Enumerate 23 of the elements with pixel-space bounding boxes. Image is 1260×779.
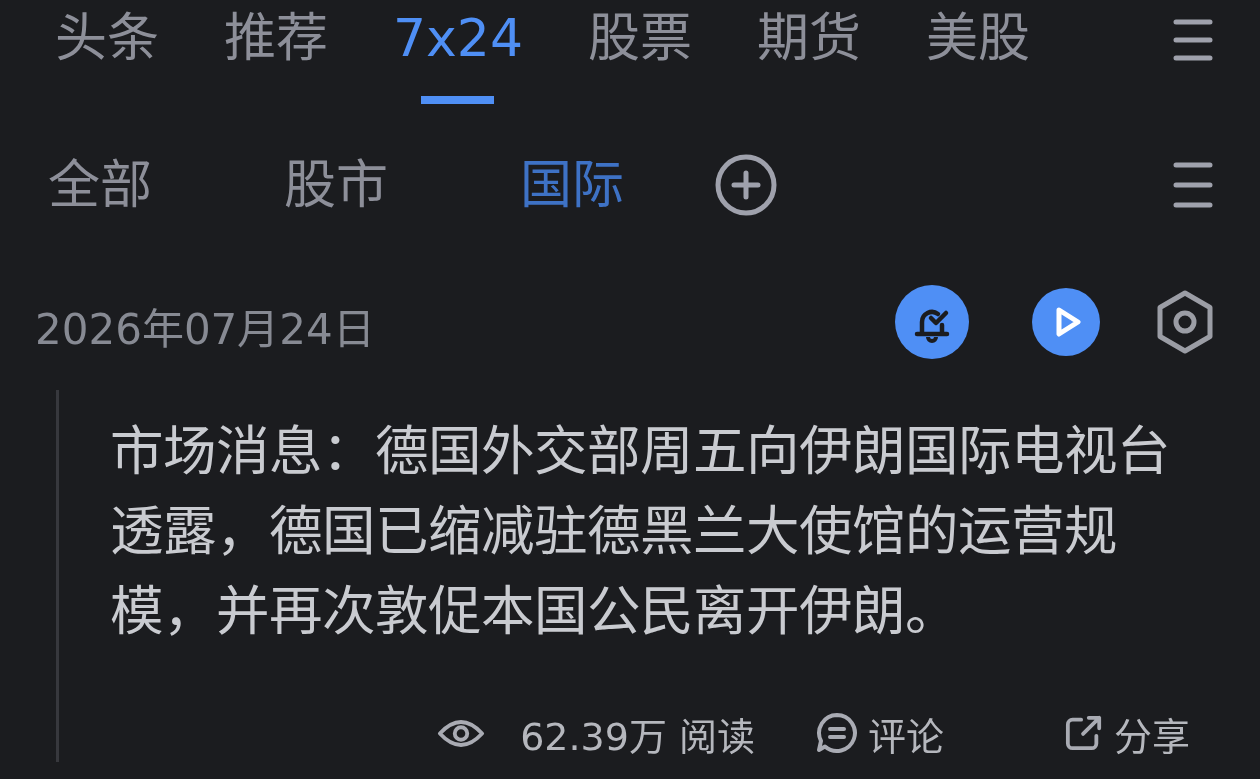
share-icon <box>1064 714 1104 752</box>
share-button[interactable]: 分享 <box>1064 705 1190 761</box>
category-tab[interactable]: 全部 <box>48 150 152 220</box>
category-tab[interactable]: 国际 <box>520 150 624 220</box>
category-tab[interactable]: 股市 <box>284 150 388 220</box>
channel-tab[interactable]: 美股 <box>926 0 1031 104</box>
news-date: 2026年07月24日 <box>35 304 375 356</box>
channel-tab[interactable]: 推荐 <box>224 0 328 104</box>
news-text: 市场消息：德国外交部周五向伊朗国际电视台透露，德国已缩减驻德黑兰大使馆的运营规模，并再次敦促本国公民离开伊朗。 <box>110 419 1171 645</box>
channel-tab[interactable]: 股票 <box>588 0 693 104</box>
menu-icon[interactable] <box>1173 19 1213 61</box>
comment-icon <box>816 712 858 754</box>
add-icon[interactable] <box>715 154 777 216</box>
channel-tab[interactable]: 头条 <box>55 0 159 104</box>
play-icon[interactable] <box>1032 288 1100 356</box>
comment-button[interactable]: 评论 <box>816 705 944 761</box>
channel-tab[interactable]: 期货 <box>757 0 862 104</box>
settings-icon[interactable] <box>1155 289 1215 355</box>
view-count: 62.39万 阅读 <box>520 713 755 761</box>
eye-icon <box>437 717 486 749</box>
channel-tab[interactable]: 7x24 <box>393 0 524 104</box>
menu-icon[interactable] <box>1173 162 1213 208</box>
bell-check-icon[interactable] <box>895 285 969 359</box>
